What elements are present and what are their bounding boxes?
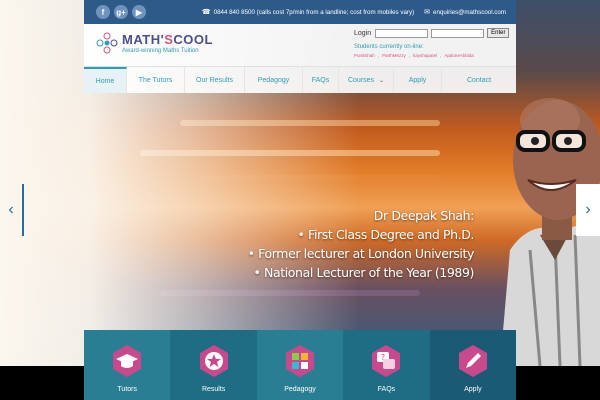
nav-results[interactable]: Our Results	[185, 67, 245, 93]
slide-line: • National Lecturer of the Year (1989)	[253, 265, 474, 280]
puzzle-icon	[286, 345, 315, 377]
separator: ,	[408, 53, 411, 58]
site-header: MATH'SCOOL Award-winning Maths Tuition L…	[84, 24, 516, 66]
password-input[interactable]	[431, 28, 485, 38]
nav-contact[interactable]: Contact	[442, 67, 516, 93]
slide-caption: Dr Deepak Shah: • First Class Degree and…	[247, 206, 475, 282]
slider-prev-button[interactable]: ‹	[0, 184, 24, 236]
online-user[interactable]: ParthMezzy	[382, 53, 406, 58]
chevron-down-icon: ⌄	[379, 77, 385, 84]
tile-label: Results	[201, 386, 226, 393]
online-users: PunitShah , ParthMezzy , kayshapatel , A…	[354, 53, 477, 58]
tile-label: Apply	[464, 386, 482, 393]
phone-icon: ☎	[201, 9, 211, 16]
svg-text:?: ?	[381, 353, 385, 362]
top-bar: f g+ ▶ ☎ 0844 840 8500 (calls cost 7p/mi…	[84, 0, 516, 24]
main-nav: Home The Tutors Our Results Pedagogy FAQ…	[84, 66, 516, 93]
online-user[interactable]: kayshapatel	[413, 53, 437, 58]
nav-home[interactable]: Home	[84, 67, 127, 93]
nav-apply[interactable]: Apply	[394, 67, 442, 93]
mail-icon: ✉	[424, 9, 430, 16]
username-input[interactable]	[375, 28, 429, 38]
youtube-icon[interactable]: ▶	[132, 5, 146, 19]
logo[interactable]: MATH'SCOOL Award-winning Maths Tuition	[96, 32, 213, 54]
tile-label: Pedagogy	[284, 386, 316, 393]
tile-label: Tutors	[117, 386, 137, 393]
online-user[interactable]: ApdoneAbbida	[444, 53, 474, 58]
tile-label: FAQs	[377, 386, 396, 393]
tile-results[interactable]: Results	[170, 330, 257, 400]
nav-courses[interactable]: Courses ⌄	[339, 67, 394, 93]
pencil-icon	[458, 345, 487, 377]
google-plus-icon[interactable]: g+	[114, 5, 128, 19]
facebook-icon[interactable]: f	[96, 5, 110, 19]
online-user[interactable]: PunitShah	[354, 53, 375, 58]
login-form: Login Enter	[354, 28, 510, 38]
slide-line: Dr Deepak Shah:	[373, 208, 475, 223]
graduation-cap-icon	[113, 345, 142, 377]
separator: ,	[377, 53, 380, 58]
login-label: Login	[354, 29, 372, 37]
email-link[interactable]: enquiries@mathscool.com	[433, 9, 506, 16]
logo-mark-icon	[96, 32, 118, 54]
tile-faqs[interactable]: ? FAQs	[343, 330, 430, 400]
nav-tutors[interactable]: The Tutors	[127, 67, 185, 93]
star-badge-icon	[199, 345, 228, 377]
phone-number: 0844 840 8500 (calls cost 7p/min from a …	[213, 8, 415, 16]
tile-pedagogy[interactable]: Pedagogy	[256, 330, 344, 400]
nav-pedagogy[interactable]: Pedagogy	[245, 67, 303, 93]
feature-tiles: Tutors Results Pedagogy ? FAQs Apply	[84, 330, 517, 400]
slide-line: • First Class Degree and Ph.D.	[297, 227, 475, 242]
logo-tagline: Award-winning Maths Tuition	[122, 47, 199, 54]
online-title: Students currently on-line:	[354, 44, 424, 50]
tile-apply[interactable]: Apply	[429, 330, 517, 400]
slide-line: • Former lecturer at London University	[247, 246, 475, 261]
enter-button[interactable]: Enter	[487, 28, 510, 38]
logo-title: MATH'SCOOL	[122, 31, 213, 47]
separator: ,	[440, 53, 442, 58]
question-answer-icon: ?	[372, 345, 401, 377]
nav-faqs[interactable]: FAQs	[303, 67, 339, 93]
slider-next-button[interactable]: ›	[576, 184, 600, 236]
tile-tutors[interactable]: Tutors	[84, 330, 171, 400]
